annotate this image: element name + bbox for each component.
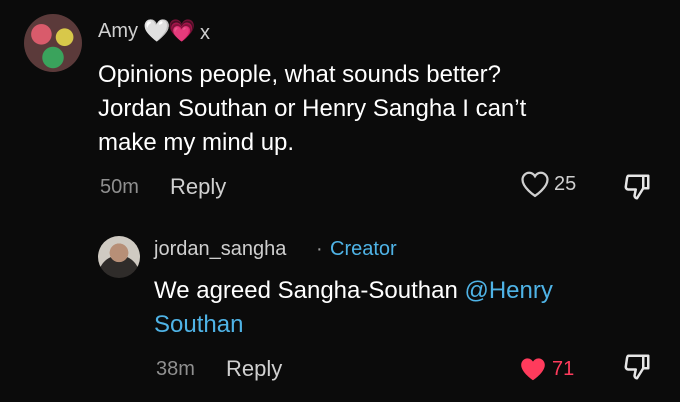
like-button[interactable]: 25 [520, 170, 576, 198]
comment-timestamp: 50m [100, 176, 139, 198]
like-button[interactable]: 71 [518, 356, 574, 382]
reply-username[interactable]: jordan_sangha [154, 238, 286, 261]
dislike-button[interactable] [622, 352, 652, 387]
emoji-hearts: 🤍💗 [143, 18, 196, 44]
thumbs-down-icon [624, 174, 650, 200]
creator-badge: Creator [330, 238, 397, 260]
comment-username[interactable]: Amy [98, 20, 138, 43]
heart-outline-icon [521, 171, 549, 198]
like-count: 71 [552, 357, 575, 380]
reply-button[interactable]: Reply [170, 174, 226, 200]
thumbs-down-icon [624, 354, 650, 380]
comment-text-line: Jordan Southan or Henry Sangha I can’t [98, 95, 527, 122]
mention-link[interactable]: @Henry [464, 277, 552, 304]
username-suffix: x [200, 22, 210, 44]
comment-text-line: make my mind up. [98, 129, 295, 156]
reply-button[interactable]: Reply [226, 356, 282, 382]
comment-text: Opinions people, what sounds better? Jor… [98, 58, 638, 160]
mention-link-continued[interactable]: Southan [154, 311, 243, 338]
reply-text: We agreed Sangha-Southan @Henry Southan [154, 274, 624, 342]
like-count: 25 [554, 172, 577, 195]
avatar[interactable] [24, 14, 82, 72]
white-heart-icon: 🤍 [143, 18, 170, 43]
reply-text-body: We agreed Sangha-Southan [154, 277, 465, 304]
avatar[interactable] [98, 236, 140, 278]
pink-heart-icon: 💗 [168, 18, 195, 43]
heart-filled-icon [521, 358, 545, 381]
reply-timestamp: 38m [156, 358, 195, 380]
dislike-button[interactable] [622, 172, 652, 207]
separator-dot: · [316, 238, 323, 260]
comment-text-line: Opinions people, what sounds better? [98, 61, 501, 88]
